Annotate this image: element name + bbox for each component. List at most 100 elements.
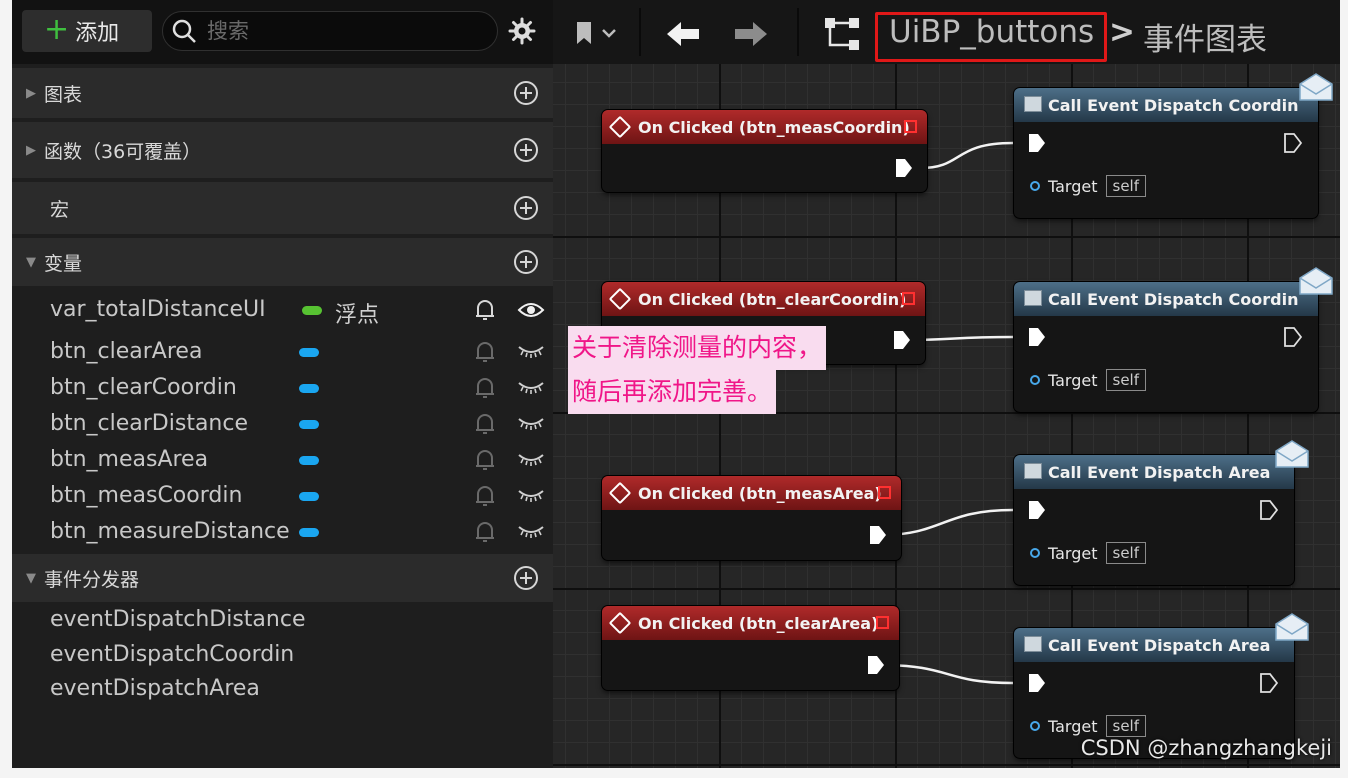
exec-in-pin-icon[interactable]	[1028, 673, 1046, 693]
forward-arrow-icon[interactable]	[733, 20, 769, 48]
target-value[interactable]: self	[1105, 175, 1146, 197]
add-circle-icon[interactable]	[513, 249, 539, 275]
list-item[interactable]: eventDispatchDistance	[50, 607, 305, 632]
eye-closed-icon[interactable]	[517, 343, 545, 361]
target-pin-icon[interactable]	[1030, 181, 1040, 191]
breadcrumb-blueprint[interactable]: UiBP_buttons	[889, 14, 1094, 50]
eye-closed-icon[interactable]	[517, 451, 545, 469]
replication-bell-icon[interactable]	[474, 376, 496, 400]
type-pill-icon[interactable]	[299, 420, 319, 429]
replication-bell-icon[interactable]	[474, 412, 496, 436]
call-dispatcher-node[interactable]: Call Event Dispatch Coordin Target self	[1014, 267, 1333, 412]
exec-out-pin-icon[interactable]	[893, 330, 911, 350]
exec-in-pin-icon[interactable]	[1028, 133, 1046, 153]
section-variables-label: 变量	[44, 252, 83, 275]
call-node-title: Call Event Dispatch Coordin	[1048, 95, 1299, 115]
search-box[interactable]	[162, 11, 498, 51]
target-pin-row[interactable]: Target self	[1030, 542, 1146, 564]
eye-closed-icon[interactable]	[517, 487, 545, 505]
replication-bell-icon[interactable]	[474, 448, 496, 472]
target-pin-row[interactable]: Target self	[1030, 369, 1146, 391]
eye-open-icon[interactable]	[517, 301, 545, 319]
event-graph-canvas[interactable]: On Clicked (btn_measCoordin) On Clicked (…	[553, 64, 1340, 768]
delegate-pin-icon[interactable]	[878, 486, 891, 499]
target-value[interactable]: self	[1105, 542, 1146, 564]
target-pin-row[interactable]: Target self	[1030, 175, 1146, 197]
section-variables[interactable]: ▼ 变量	[12, 238, 553, 286]
call-dispatcher-node[interactable]: Call Event Dispatch Coordin Target self	[1014, 73, 1333, 218]
call-node-title: Call Event Dispatch Area	[1048, 635, 1271, 655]
replication-bell-icon[interactable]	[474, 298, 496, 322]
bookmark-icon[interactable]	[575, 20, 621, 46]
section-event-dispatchers[interactable]: ▼ 事件分发器	[12, 554, 553, 602]
type-pill-icon[interactable]	[299, 528, 319, 537]
target-value[interactable]: self	[1105, 715, 1146, 737]
variable-row[interactable]: btn_clearDistance	[12, 406, 553, 442]
search-icon	[172, 19, 196, 43]
event-node-header: On Clicked (btn_measCoordin)	[602, 110, 927, 144]
list-item[interactable]: eventDispatchArea	[50, 676, 260, 701]
eye-closed-icon[interactable]	[517, 415, 545, 433]
call-node-header: Call Event Dispatch Coordin	[1014, 282, 1318, 316]
exec-out-pin-icon[interactable]	[1284, 133, 1302, 153]
target-pin-row[interactable]: Target self	[1030, 715, 1146, 737]
delegate-pin-icon[interactable]	[904, 120, 917, 133]
add-circle-icon[interactable]	[513, 137, 539, 163]
gear-icon[interactable]	[508, 17, 536, 45]
delegate-pin-icon[interactable]	[902, 292, 915, 305]
event-node[interactable]: On Clicked (btn_measArea)	[602, 476, 901, 560]
event-node-title: On Clicked (btn_measArea)	[638, 483, 882, 503]
section-functions[interactable]: ▶ 函数（36可覆盖）	[12, 122, 553, 178]
add-circle-icon[interactable]	[513, 80, 539, 106]
exec-out-pin-icon[interactable]	[869, 525, 887, 545]
variable-row[interactable]: btn_clearCoordin	[12, 370, 553, 406]
add-button[interactable]: + 添加	[22, 10, 152, 52]
target-pin-icon[interactable]	[1030, 548, 1040, 558]
exec-out-pin-icon[interactable]	[1260, 500, 1278, 520]
exec-out-pin-icon[interactable]	[1260, 673, 1278, 693]
variable-row[interactable]: btn_measCoordin	[12, 478, 553, 514]
exec-out-pin-icon[interactable]	[1284, 327, 1302, 347]
exec-out-pin-icon[interactable]	[867, 655, 885, 675]
target-value[interactable]: self	[1105, 369, 1146, 391]
type-pill-icon[interactable]	[299, 348, 319, 357]
eye-closed-icon[interactable]	[517, 523, 545, 541]
section-graphs[interactable]: ▶ 图表	[12, 68, 553, 118]
graph-toolbar: UiBP_buttons > 事件图表	[553, 0, 1340, 64]
event-node-title: On Clicked (btn_measCoordin)	[638, 117, 910, 137]
exec-in-pin-icon[interactable]	[1028, 327, 1046, 347]
back-arrow-icon[interactable]	[665, 20, 701, 48]
type-pill-icon[interactable]	[299, 492, 319, 501]
event-node[interactable]: On Clicked (btn_clearArea)	[602, 606, 899, 690]
search-input[interactable]	[205, 18, 469, 44]
variable-row[interactable]: var_totalDistanceUI 浮点	[12, 292, 553, 328]
delegate-pin-icon[interactable]	[876, 616, 889, 629]
call-dispatcher-node[interactable]: Call Event Dispatch Area Target self	[1014, 440, 1309, 585]
variable-row[interactable]: btn_clearArea	[12, 334, 553, 370]
replication-bell-icon[interactable]	[474, 520, 496, 544]
type-pill-icon[interactable]	[299, 456, 319, 465]
variable-name: btn_measCoordin	[50, 483, 243, 508]
variable-row[interactable]: btn_measArea	[12, 442, 553, 478]
target-pin-icon[interactable]	[1030, 721, 1040, 731]
breadcrumb-graph[interactable]: 事件图表	[1143, 14, 1267, 59]
list-item[interactable]: eventDispatchCoordin	[50, 642, 294, 667]
add-circle-icon[interactable]	[513, 565, 539, 591]
event-node[interactable]: On Clicked (btn_measCoordin)	[602, 110, 927, 192]
hierarchy-icon[interactable]	[823, 16, 861, 52]
replication-bell-icon[interactable]	[474, 340, 496, 364]
target-label: Target	[1048, 716, 1098, 736]
exec-out-pin-icon[interactable]	[895, 158, 913, 178]
function-icon	[1024, 463, 1042, 479]
type-pill-icon[interactable]	[299, 384, 319, 393]
add-circle-icon[interactable]	[513, 195, 539, 221]
annotation-line-1: 关于清除测量的内容，	[568, 326, 827, 370]
exec-in-pin-icon[interactable]	[1028, 500, 1046, 520]
section-macros-label: 宏	[50, 198, 70, 221]
variable-row[interactable]: btn_measureDistance	[12, 514, 553, 550]
replication-bell-icon[interactable]	[474, 484, 496, 508]
section-macros[interactable]: 宏	[12, 182, 553, 234]
target-pin-icon[interactable]	[1030, 375, 1040, 385]
eye-closed-icon[interactable]	[517, 379, 545, 397]
type-pill-icon[interactable]	[302, 306, 322, 315]
